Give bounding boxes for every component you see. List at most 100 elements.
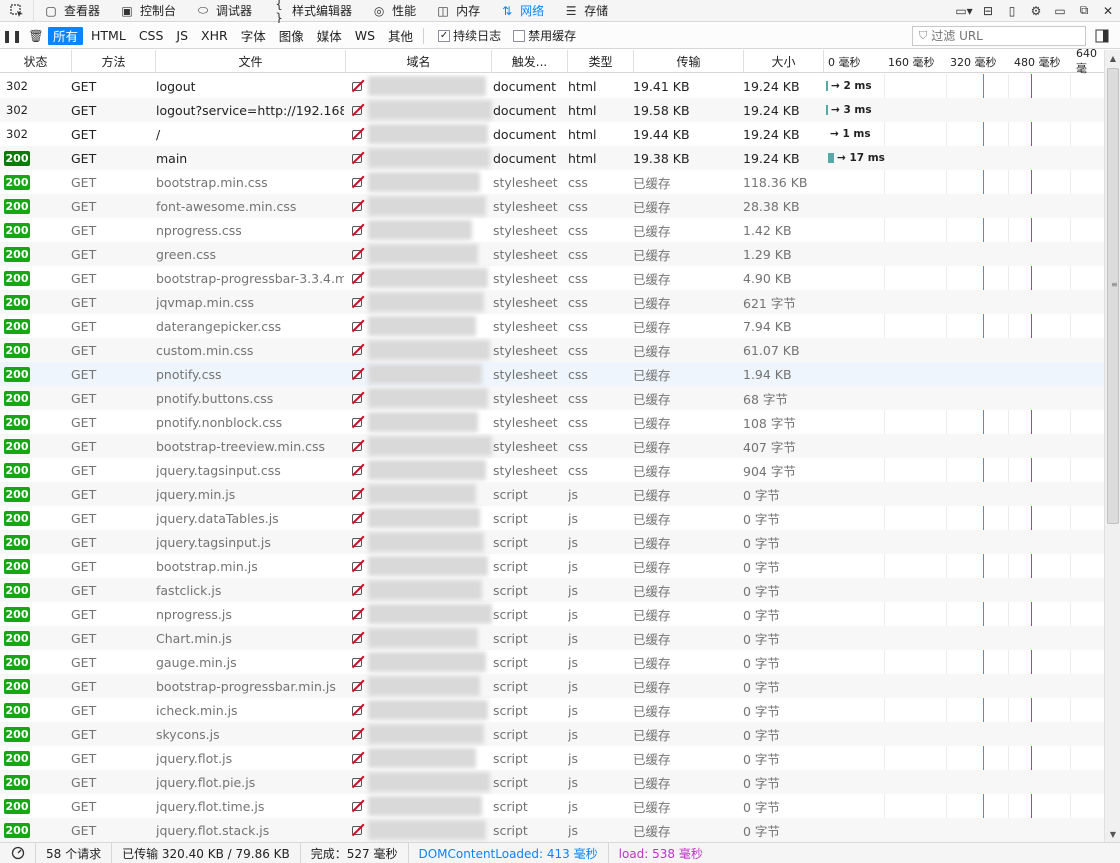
request-row[interactable]: 200 GET jquery.tagsinput.js script js 已缓存 0 字节 [0, 530, 1104, 554]
request-row[interactable]: 302 GET / document html 19.44 KB 19.24 KB → 1 m… [0, 122, 1104, 146]
close-icon[interactable]: ✕ [1096, 0, 1120, 22]
dock-bottom-icon[interactable]: ▭ [1048, 0, 1072, 22]
filter-type-button[interactable]: 媒体 [312, 27, 347, 45]
column-header-cause[interactable]: 触发... [492, 50, 568, 73]
tab-memory[interactable]: ◫ 内存 [426, 0, 490, 22]
tab-debugger[interactable]: ⬭ 调试器 [186, 0, 262, 22]
transferred-cell: 已缓存 [633, 799, 671, 815]
size-cell: 0 字节 [743, 655, 780, 671]
clear-log-button[interactable]: 🗑 [24, 23, 48, 49]
vertical-scrollbar[interactable]: ▲ ≡ ▼ [1104, 50, 1120, 842]
filter-type-button[interactable]: JS [171, 27, 193, 45]
persist-logs-checkbox[interactable]: ✓ 持续日志 [438, 27, 501, 44]
request-row[interactable]: 200 GET jquery.flot.js script js 已缓存 0 字节 [0, 746, 1104, 770]
method-cell: GET [71, 534, 97, 550]
redacted-domain [368, 220, 472, 240]
column-header-domain[interactable]: 域名 [346, 50, 492, 73]
request-row[interactable]: 302 GET logout document html 19.41 KB 19.24 KB… [0, 74, 1104, 98]
responsive-design-icon[interactable]: ▯ [1000, 0, 1024, 22]
scroll-up-arrow-icon[interactable]: ▲ [1105, 50, 1120, 66]
redacted-domain [368, 748, 476, 768]
request-row[interactable]: 200 GET bootstrap-treeview.min.css styleshe… [0, 434, 1104, 458]
request-row[interactable]: 200 GET jquery.tagsinput.css stylesheet css 已… [0, 458, 1104, 482]
cause-cell: script [493, 558, 528, 574]
status-badge: 200 [4, 702, 30, 718]
request-row[interactable]: 200 GET jquery.flot.time.js script js 已缓存 0 字节 [0, 794, 1104, 818]
request-row[interactable]: 200 GET daterangepicker.css stylesheet css 已缓… [0, 314, 1104, 338]
request-row[interactable]: 200 GET jquery.flot.pie.js script js 已缓存 0 字节 [0, 770, 1104, 794]
scrollbar-thumb[interactable]: ≡ [1107, 68, 1119, 524]
type-cell: js [568, 774, 578, 790]
tab-inspector[interactable]: ▢ 查看器 [34, 0, 110, 22]
column-header-status[interactable]: 状态 [0, 50, 72, 73]
request-row[interactable]: 200 GET skycons.js script js 已缓存 0 字节 [0, 722, 1104, 746]
domain-security-cell [350, 458, 366, 482]
column-header-method[interactable]: 方法 [72, 50, 156, 73]
type-cell: css [568, 294, 588, 310]
settings-gear-icon[interactable]: ⚙ [1024, 0, 1048, 22]
domain-security-cell [350, 434, 366, 458]
url-filter-field[interactable]: ⛉ [912, 26, 1086, 46]
filter-type-button[interactable]: CSS [134, 27, 169, 45]
tab-performance[interactable]: ◎ 性能 [362, 0, 426, 22]
column-header-file[interactable]: 文件 [156, 50, 346, 73]
filter-type-button[interactable]: 字体 [236, 27, 271, 45]
request-row[interactable]: 200 GET bootstrap-progressbar.min.js script… [0, 674, 1104, 698]
status-cell: 200 [4, 554, 68, 578]
request-row[interactable]: 200 GET bootstrap-progressbar-3.3.4.m... st… [0, 266, 1104, 290]
url-filter-input[interactable] [931, 29, 1072, 43]
checkbox-box[interactable]: ✓ [438, 29, 451, 42]
insecure-lock-icon [350, 343, 365, 357]
filter-type-button[interactable]: HTML [86, 27, 131, 45]
request-row[interactable]: 200 GET pnotify.css stylesheet css 已缓存 1.94 KB [0, 362, 1104, 386]
method-cell: GET [71, 510, 97, 526]
request-row[interactable]: 200 GET bootstrap.min.js script js 已缓存 0 字节 [0, 554, 1104, 578]
request-row[interactable]: 200 GET bootstrap.min.css stylesheet css 已缓存 1… [0, 170, 1104, 194]
filter-type-button[interactable]: 图像 [274, 27, 309, 45]
filter-type-button[interactable]: WS [350, 27, 380, 45]
responsive-layout-icon[interactable]: ▭▾ [952, 0, 976, 22]
type-cell: js [568, 702, 578, 718]
request-row[interactable]: 200 GET Chart.min.js script js 已缓存 0 字节 [0, 626, 1104, 650]
request-row[interactable]: 200 GET custom.min.css stylesheet css 已缓存 61.0… [0, 338, 1104, 362]
element-picker-button[interactable] [0, 0, 34, 22]
request-row[interactable]: 200 GET pnotify.nonblock.css stylesheet css 已… [0, 410, 1104, 434]
scroll-down-arrow-icon[interactable]: ▼ [1105, 826, 1120, 842]
request-row[interactable]: 200 GET main document html 19.38 KB 19.24 KB → … [0, 146, 1104, 170]
domain-security-cell [350, 698, 366, 722]
pause-recording-button[interactable]: ❚❚ [0, 23, 24, 49]
filter-type-button[interactable]: 其他 [383, 27, 418, 45]
request-row[interactable]: 200 GET jquery.flot.stack.js script js 已缓存 0 字… [0, 818, 1104, 842]
column-header-type[interactable]: 类型 [568, 50, 634, 73]
checkbox-box[interactable] [513, 29, 526, 42]
request-row[interactable]: 200 GET pnotify.buttons.css stylesheet css 已缓… [0, 386, 1104, 410]
request-row[interactable]: 200 GET jquery.dataTables.js script js 已缓存 0 字… [0, 506, 1104, 530]
request-row[interactable]: 200 GET icheck.min.js script js 已缓存 0 字节 [0, 698, 1104, 722]
insecure-lock-icon [350, 199, 365, 213]
tab-network[interactable]: ⇅ 网络 [490, 0, 554, 22]
request-row[interactable]: 200 GET font-awesome.min.css stylesheet css 已… [0, 194, 1104, 218]
request-row[interactable]: 200 GET gauge.min.js script js 已缓存 0 字节 [0, 650, 1104, 674]
split-console-icon[interactable]: ⊟ [976, 0, 1000, 22]
column-header-size[interactable]: 大小 [744, 50, 824, 73]
request-row[interactable]: 302 GET logout?service=http://192.168.... d… [0, 98, 1104, 122]
toggle-sidebar-button[interactable] [1092, 26, 1112, 46]
request-row[interactable]: 200 GET fastclick.js script js 已缓存 0 字节 [0, 578, 1104, 602]
disable-cache-checkbox[interactable]: 禁用缓存 [513, 27, 576, 44]
request-row[interactable]: 200 GET jqvmap.min.css stylesheet css 已缓存 621 … [0, 290, 1104, 314]
request-row[interactable]: 200 GET green.css stylesheet css 已缓存 1.29 KB [0, 242, 1104, 266]
filter-type-button[interactable]: XHR [196, 27, 233, 45]
tab-style-editor[interactable]: { } 样式编辑器 [262, 0, 362, 25]
tab-console[interactable]: ▣ 控制台 [110, 0, 186, 22]
filter-type-button[interactable]: 所有 [48, 26, 84, 45]
undock-window-icon[interactable]: ⧉ [1072, 0, 1096, 22]
request-row[interactable]: 200 GET nprogress.css stylesheet css 已缓存 1.42 … [0, 218, 1104, 242]
request-row[interactable]: 200 GET nprogress.js script js 已缓存 0 字节 [0, 602, 1104, 626]
tab-storage[interactable]: ☰ 存储 [554, 0, 618, 22]
column-header-waterfall[interactable]: 0 毫秒 160 毫秒 320 毫秒 480 毫秒 640 毫 [824, 47, 1104, 75]
redacted-domain [368, 244, 478, 264]
reload-performance-button[interactable] [0, 842, 36, 863]
column-header-transferred[interactable]: 传输 [634, 50, 744, 73]
type-cell: css [568, 414, 588, 430]
request-row[interactable]: 200 GET jquery.min.js script js 已缓存 0 字节 [0, 482, 1104, 506]
